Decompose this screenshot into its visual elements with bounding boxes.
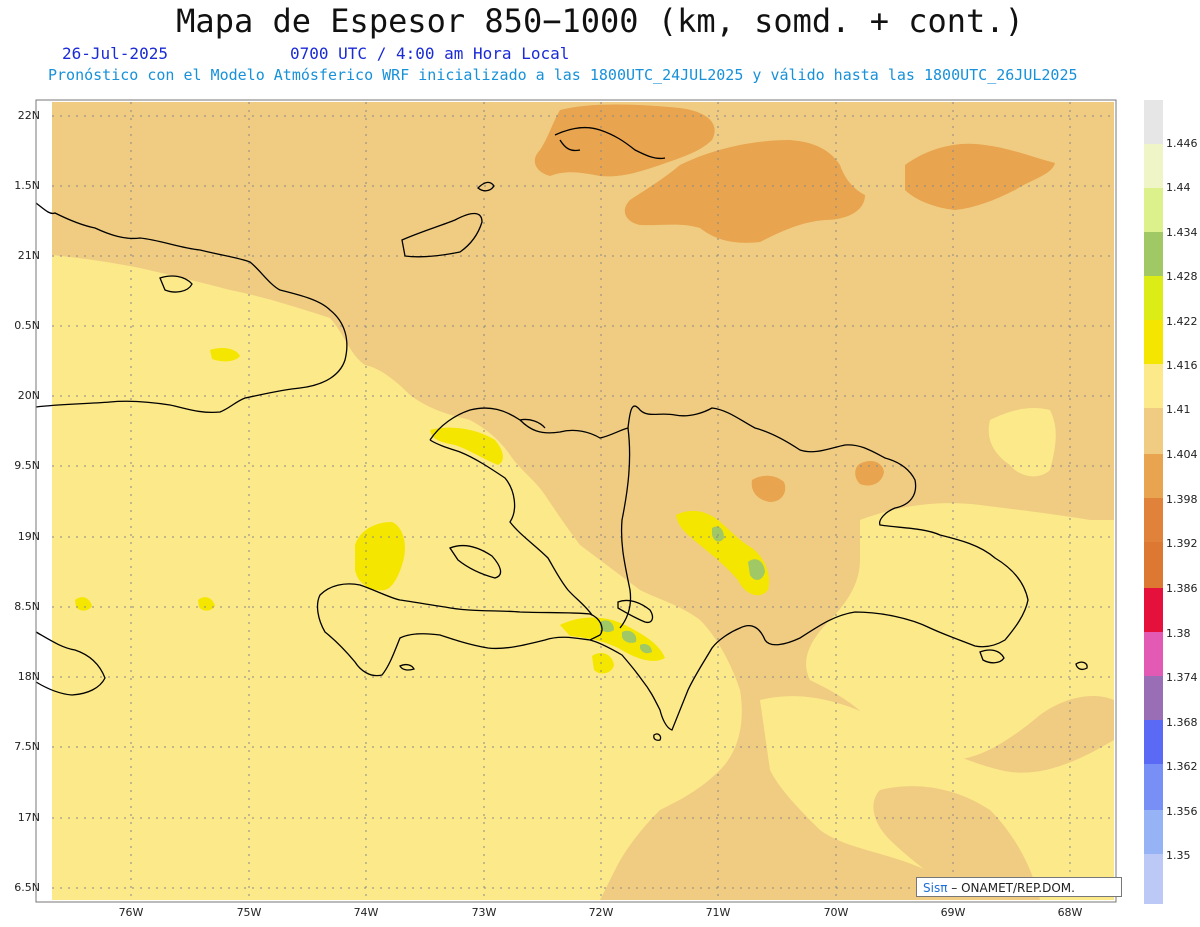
- lat-label-18n: 18N: [17, 670, 40, 683]
- thickness-map: [35, 99, 1117, 903]
- legend-label: 1.446: [1166, 137, 1198, 150]
- legend-label: 1.41: [1166, 403, 1191, 416]
- lat-label-19-5n: 9.5N: [14, 459, 40, 472]
- legend-swatch: [1144, 632, 1163, 676]
- legend-swatch: [1144, 232, 1163, 276]
- lon-label-76w: 76W: [118, 906, 144, 919]
- lat-label-18-5n: 8.5N: [14, 600, 40, 613]
- lon-label-68w: 68W: [1057, 906, 1083, 919]
- legend-label: 1.38: [1166, 627, 1191, 640]
- lat-label-22n: 22N: [17, 109, 40, 122]
- legend-label: 1.428: [1166, 270, 1198, 283]
- credit-text: – ONAMET/REP.DOM.: [951, 881, 1075, 895]
- lat-label-17n: 17N: [17, 811, 40, 824]
- lon-label-69w: 69W: [940, 906, 966, 919]
- legend-swatch: [1144, 498, 1163, 542]
- legend-swatch: [1144, 188, 1163, 232]
- lat-label-21-5n: 1.5N: [14, 179, 40, 192]
- lat-label-20-5n: 0.5N: [14, 319, 40, 332]
- legend-label: 1.35: [1166, 849, 1191, 862]
- legend-label: 1.392: [1166, 537, 1198, 550]
- legend-label: 1.356: [1166, 805, 1198, 818]
- lon-label-72w: 72W: [588, 906, 614, 919]
- lon-label-70w: 70W: [823, 906, 849, 919]
- legend-label: 1.368: [1166, 716, 1198, 729]
- lat-label-19n: 19N: [17, 530, 40, 543]
- legend-label: 1.44: [1166, 181, 1191, 194]
- legend-swatch: [1144, 100, 1163, 144]
- legend-label: 1.404: [1166, 448, 1198, 461]
- legend-swatch: [1144, 408, 1163, 454]
- legend-label: 1.398: [1166, 493, 1198, 506]
- lon-label-73w: 73W: [471, 906, 497, 919]
- legend-label: 1.434: [1166, 226, 1198, 239]
- legend-swatch: [1144, 276, 1163, 320]
- legend-label: 1.374: [1166, 671, 1198, 684]
- legend-swatch: [1144, 810, 1163, 854]
- legend-label: 1.416: [1166, 359, 1198, 372]
- lon-label-71w: 71W: [705, 906, 731, 919]
- legend-swatch: [1144, 454, 1163, 498]
- legend-label: 1.362: [1166, 760, 1198, 773]
- lon-label-75w: 75W: [236, 906, 262, 919]
- legend-swatch: [1144, 542, 1163, 588]
- lat-label-17-5n: 7.5N: [14, 740, 40, 753]
- legend-swatch: [1144, 676, 1163, 720]
- legend-swatch: [1144, 364, 1163, 408]
- legend-label: 1.386: [1166, 582, 1198, 595]
- legend-swatch: [1144, 854, 1163, 904]
- credit-box: Sisπ – ONAMET/REP.DOM.: [916, 877, 1122, 897]
- legend-swatch: [1144, 720, 1163, 764]
- lat-label-21n: 21N: [17, 249, 40, 262]
- legend-label: 1.422: [1166, 315, 1198, 328]
- legend-swatch: [1144, 320, 1163, 364]
- legend-swatch: [1144, 588, 1163, 632]
- legend-swatch: [1144, 764, 1163, 810]
- credit-brand: Sisπ: [923, 881, 948, 895]
- lat-label-16-5n: 6.5N: [14, 881, 40, 894]
- lon-label-74w: 74W: [353, 906, 379, 919]
- lat-label-20n: 20N: [17, 389, 40, 402]
- legend-swatch: [1144, 144, 1163, 188]
